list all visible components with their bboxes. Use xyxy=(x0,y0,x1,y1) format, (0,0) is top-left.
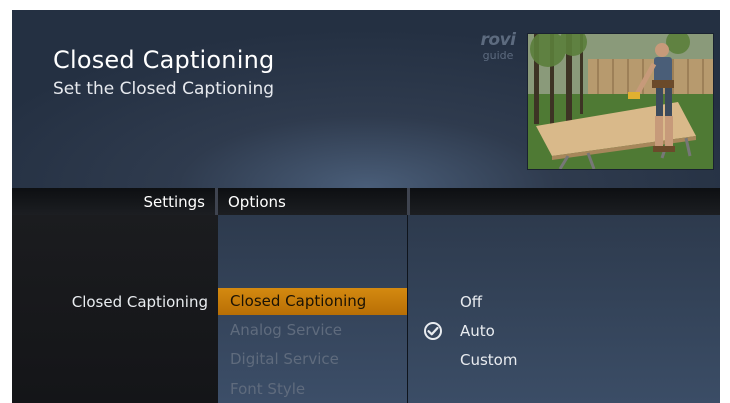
option-font-style[interactable]: Font Style xyxy=(218,376,408,403)
value-custom[interactable]: Custom xyxy=(460,350,517,370)
settings-column: Closed Captioning xyxy=(12,215,218,403)
page-subtitle: Set the Closed Captioning xyxy=(53,79,275,99)
logo-sub-text: guide xyxy=(482,49,514,62)
page-title: Closed Captioning xyxy=(53,46,275,74)
value-off[interactable]: Off xyxy=(460,292,482,312)
options-column-header: Options xyxy=(218,188,407,215)
rovi-guide-logo: rovi guide xyxy=(476,30,520,62)
options-column: Closed Captioning Analog Service Digital… xyxy=(218,215,408,403)
option-analog-service[interactable]: Analog Service xyxy=(218,317,408,344)
options-header-label: Options xyxy=(228,193,286,211)
settings-item-closed-captioning[interactable]: Closed Captioning xyxy=(72,293,208,311)
option-closed-captioning[interactable]: Closed Captioning xyxy=(218,288,408,315)
values-column: Off Auto Custom xyxy=(408,215,720,403)
option-digital-service[interactable]: Digital Service xyxy=(218,346,408,373)
checkmark-icon xyxy=(424,322,442,340)
video-preview[interactable] xyxy=(527,33,714,170)
tv-guide-screen: Closed Captioning Set the Closed Caption… xyxy=(12,10,720,403)
value-auto[interactable]: Auto xyxy=(460,321,495,341)
values-column-header xyxy=(410,188,720,215)
settings-header-label: Settings xyxy=(143,193,205,211)
logo-main-text: rovi xyxy=(480,30,516,50)
video-preview-image xyxy=(528,34,713,169)
settings-column-header: Settings xyxy=(12,188,215,215)
